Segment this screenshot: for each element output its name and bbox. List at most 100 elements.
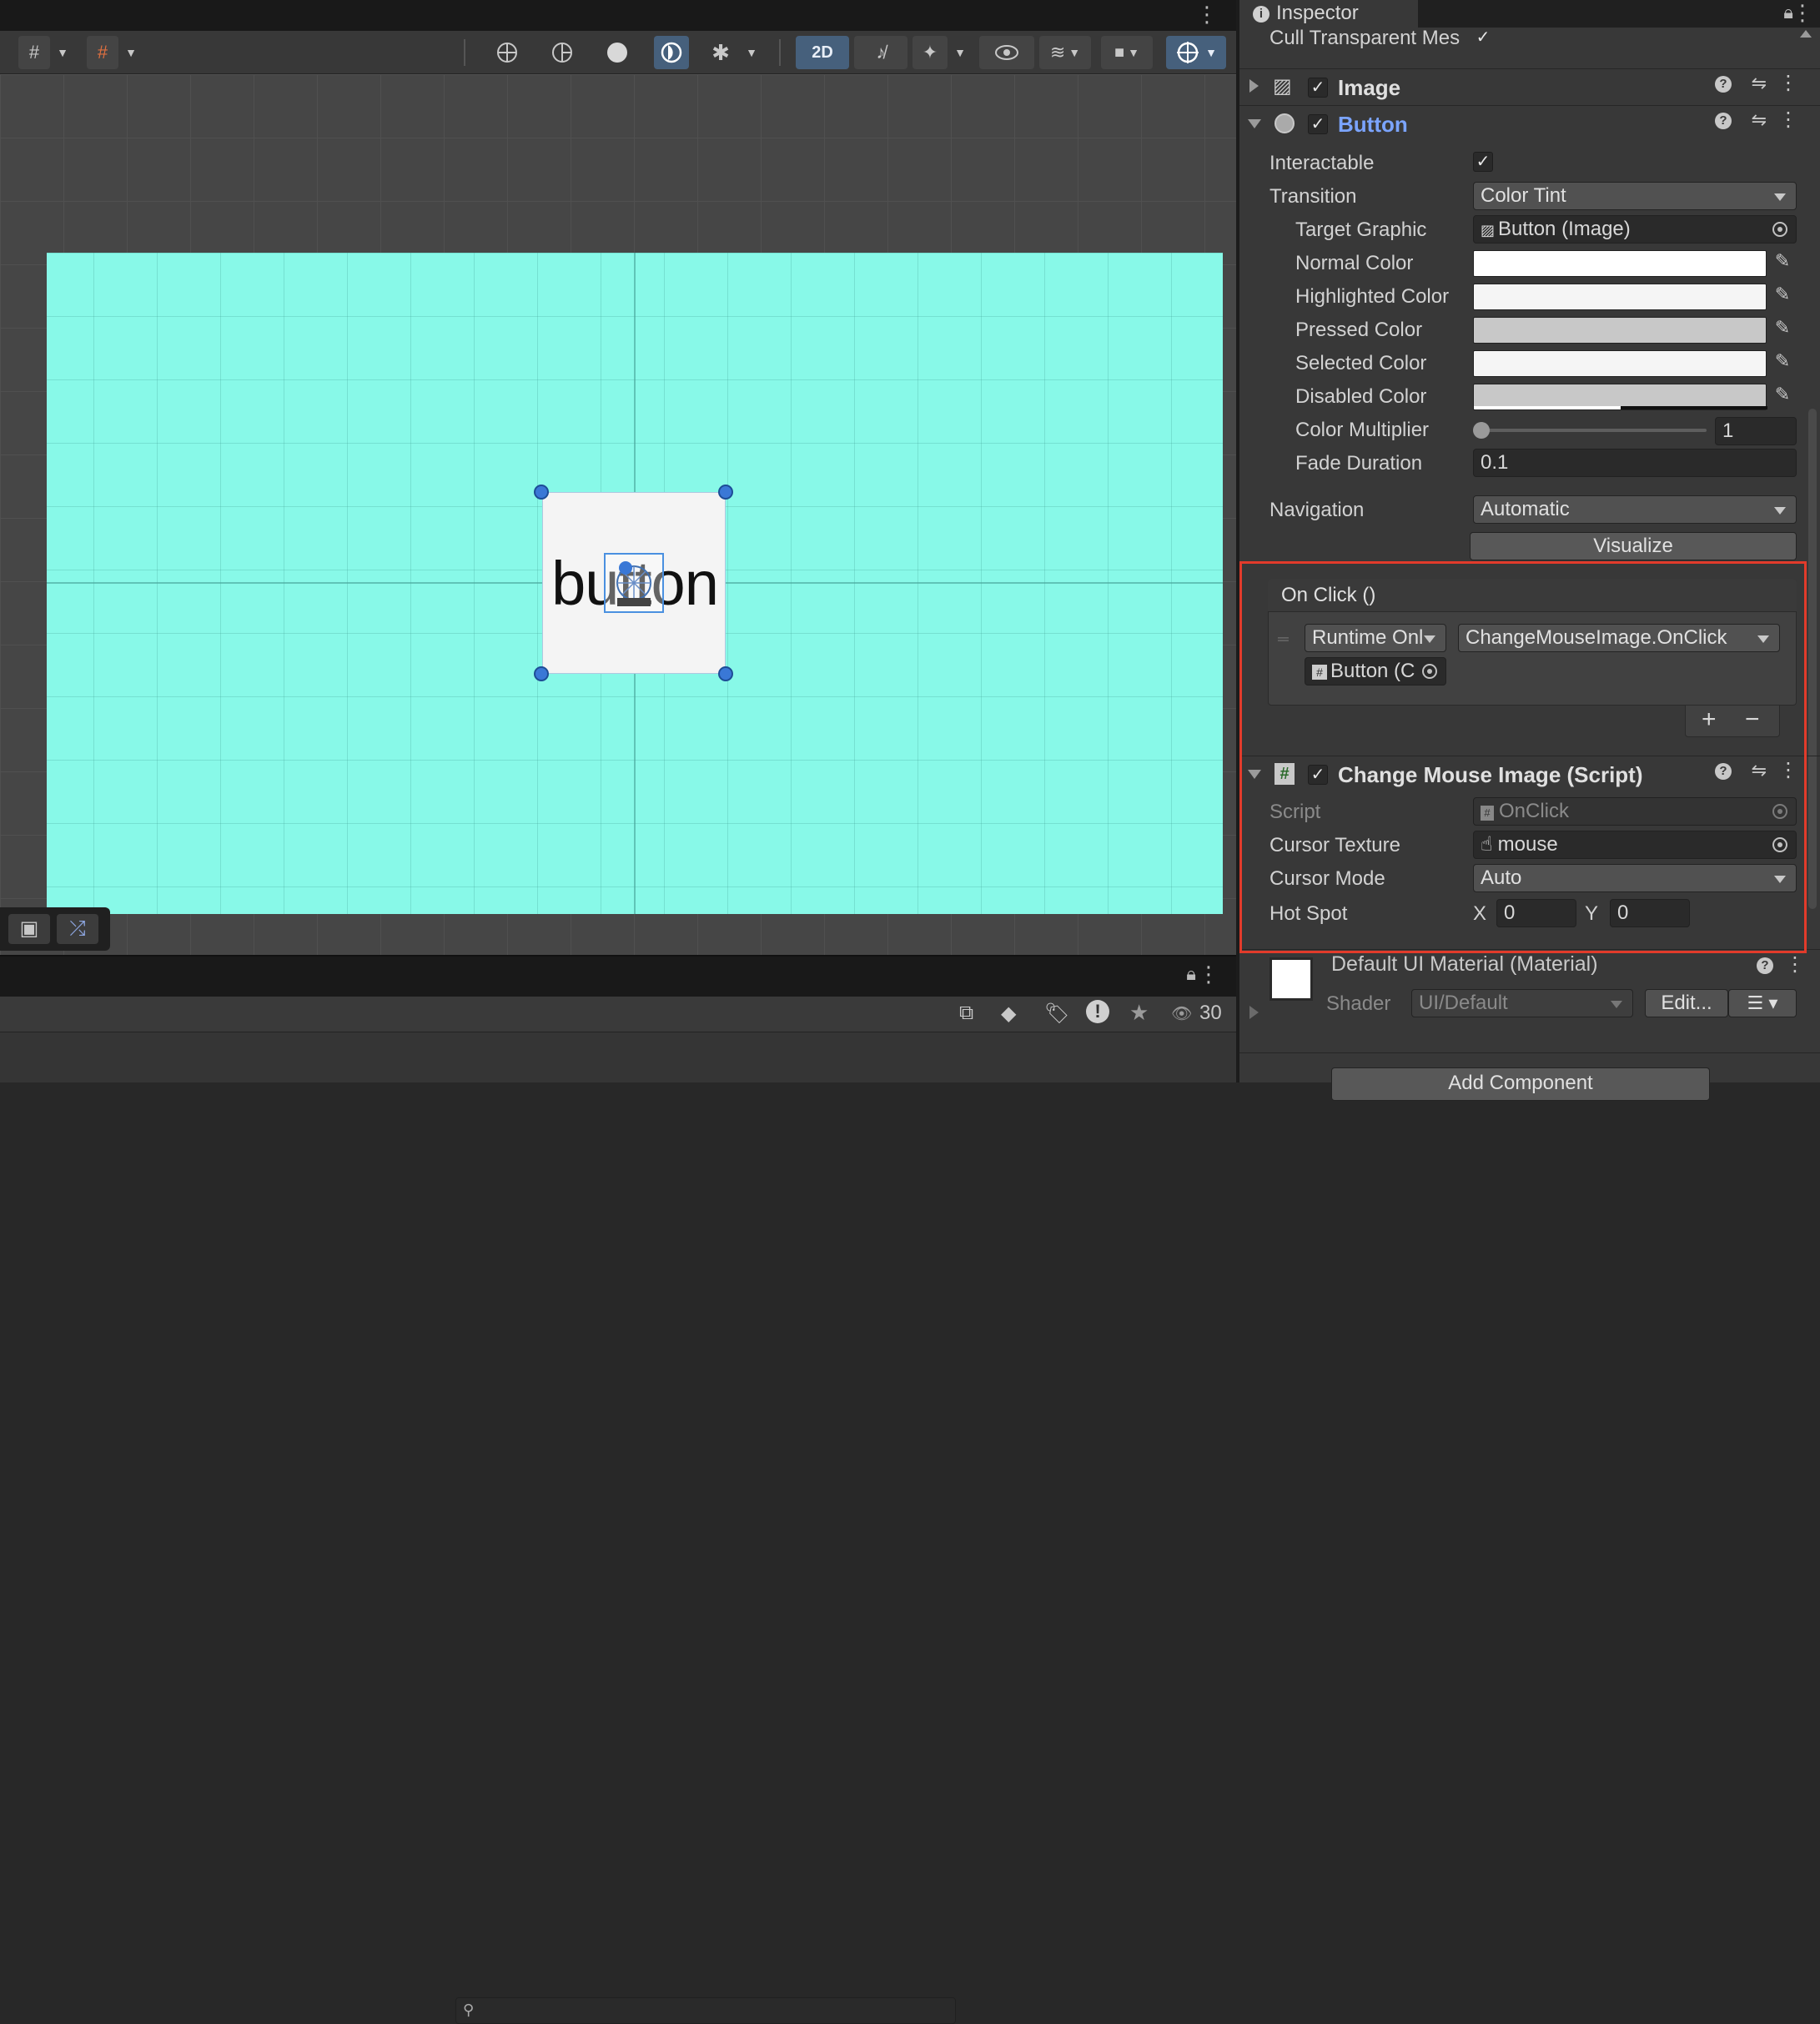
camera-icon[interactable]: ■ ▼ [1101,36,1153,69]
panel-more-icon[interactable]: ⋮ [1198,962,1219,987]
layers-icon[interactable]: ≋ ▼ [1039,36,1091,69]
favorite-star-icon[interactable]: ★ [1129,1000,1149,1026]
drag-handle-icon[interactable]: ═ [1278,630,1289,648]
component-header-image[interactable]: ▨ ✓ Image ? ⇋ ⋮ [1239,68,1820,105]
interactable-checkbox[interactable]: ✓ [1473,152,1493,172]
shuffle-overlay-icon[interactable]: ⤮ [57,914,98,944]
cursor-mode-dropdown[interactable]: Auto [1473,864,1797,892]
transition-dropdown[interactable]: Color Tint [1473,182,1797,210]
help-icon[interactable]: ? [1715,76,1732,93]
shader-options-icon[interactable]: ☰ ▾ [1728,989,1797,1017]
normal-color-swatch[interactable] [1473,250,1767,277]
inspector-more-icon[interactable]: ⋮ [1792,0,1813,26]
foldout-expanded-icon[interactable] [1248,770,1261,779]
grid-snap-dropdown-icon[interactable]: ▼ [53,36,72,69]
resize-handle-bottom-left[interactable] [534,666,549,681]
edit-shader-button[interactable]: Edit... [1645,989,1728,1017]
hot-spot-y-input[interactable]: 0 [1610,899,1690,927]
camera-overlay-icon[interactable]: ▣ [8,914,50,944]
help-icon[interactable]: ? [1715,763,1732,780]
lighting-icon[interactable] [654,36,689,69]
add-component-button[interactable]: Add Component [1331,1067,1710,1101]
image-component-title: Image [1338,75,1401,100]
effects-dropdown-icon[interactable]: ▼ [951,36,969,69]
selected-color-swatch[interactable] [1473,350,1767,377]
cull-transparent-checkbox[interactable]: ✓ [1473,28,1493,48]
object-picker-icon[interactable] [1772,837,1787,852]
navigation-dropdown[interactable]: Automatic [1473,495,1797,524]
function-dropdown[interactable]: ChangeMouseImage.OnClick [1458,624,1780,652]
eyedropper-icon[interactable]: ✎ [1772,284,1793,307]
tab-inspector[interactable]: i Inspector [1239,0,1418,28]
color-multiplier-slider-thumb[interactable] [1473,422,1490,439]
cursor-texture-field[interactable]: ☝ mouse [1473,831,1797,859]
presets-icon[interactable]: ⇋ [1752,73,1767,94]
lock-icon[interactable]: 🔒︎ [1186,963,1196,985]
component-menu-icon[interactable]: ⋮ [1778,71,1798,95]
grid-snap-icon[interactable]: # [18,36,50,69]
pressed-color-swatch[interactable] [1473,317,1767,344]
debug-dropdown-icon[interactable]: ▼ [742,36,761,69]
fade-duration-input[interactable]: 0.1 [1473,449,1797,477]
resize-handle-bottom-right[interactable] [718,666,733,681]
color-multiplier-input[interactable]: 1 [1715,417,1797,445]
mode-2d-button[interactable]: 2D [796,36,849,69]
effects-icon[interactable]: ✦ [913,36,948,69]
eyedropper-icon[interactable]: ✎ [1772,350,1793,374]
add-event-button[interactable]: + [1702,706,1717,734]
scene-more-icon[interactable]: ⋮ [1196,2,1218,28]
scene-visibility-eye-icon[interactable] [979,36,1034,69]
filter-type-icon[interactable]: ◆ [1001,1002,1016,1026]
component-menu-icon[interactable]: ⋮ [1785,952,1805,977]
shaded-icon[interactable] [601,36,634,69]
project-search-input[interactable]: ⚲ [455,1997,956,2024]
gizmos-icon[interactable]: ▼ [1166,36,1226,69]
audio-mute-icon[interactable]: ♪̸ [854,36,907,69]
object-picker-icon[interactable] [1772,222,1787,237]
event-target-object-field[interactable]: # Button (C [1305,657,1446,686]
hot-spot-x-input[interactable]: 0 [1496,899,1576,927]
help-icon[interactable]: ? [1757,957,1773,974]
component-menu-icon[interactable]: ⋮ [1778,758,1798,782]
rect-transform-gizmo-icon[interactable] [604,553,664,613]
button-enabled-checkbox[interactable]: ✓ [1308,114,1328,134]
scroll-up-icon[interactable] [1800,30,1812,38]
foldout-collapsed-icon[interactable] [1249,79,1259,93]
script-enabled-checkbox[interactable]: ✓ [1308,765,1328,785]
image-enabled-checkbox[interactable]: ✓ [1308,78,1328,98]
hidden-packages-eye-icon[interactable]: 👁︎ [1171,1003,1192,1024]
resize-handle-top-right[interactable] [718,485,733,500]
shaded-wireframe-icon[interactable] [545,36,579,69]
foldout-collapsed-icon[interactable] [1249,1006,1259,1019]
grid-visibility-icon[interactable]: # [87,36,118,69]
eyedropper-icon[interactable]: ✎ [1772,317,1793,340]
search-by-type-icon[interactable]: ⧉ [959,1002,973,1025]
eyedropper-icon[interactable]: ✎ [1772,384,1793,407]
shader-dropdown[interactable]: UI/Default [1411,989,1633,1017]
presets-icon[interactable]: ⇋ [1752,109,1767,131]
presets-icon[interactable]: ⇋ [1752,760,1767,781]
color-multiplier-slider-track[interactable] [1480,429,1707,432]
component-header-button[interactable]: ✓ Button ? ⇋ ⋮ [1239,105,1820,142]
label-tag-icon[interactable]: 🏷︎ [1044,1002,1069,1026]
debug-bug-icon[interactable]: ✱ [704,36,737,69]
component-menu-icon[interactable]: ⋮ [1778,108,1798,132]
eyedropper-icon[interactable]: ✎ [1772,250,1793,274]
resize-handle-top-left[interactable] [534,485,549,500]
remove-event-button[interactable]: − [1745,706,1760,734]
grid-dropdown-icon[interactable]: ▼ [122,36,140,69]
object-picker-icon[interactable] [1422,664,1437,679]
component-header-change-mouse-image[interactable]: # ✓ Change Mouse Image (Script) ? ⇋ ⋮ [1239,756,1820,792]
inspector-scrollbar[interactable] [1808,409,1817,909]
script-field: # OnClick [1473,797,1797,826]
foldout-expanded-icon[interactable] [1248,119,1261,128]
visualize-button[interactable]: Visualize [1470,532,1797,560]
hidden-packages-count: 30 [1199,1002,1222,1024]
warning-icon[interactable]: ! [1086,1000,1109,1023]
target-graphic-field[interactable]: ▨ Button (Image) [1473,215,1797,244]
disabled-color-swatch[interactable] [1473,384,1767,410]
runtime-mode-dropdown[interactable]: Runtime Onl [1305,624,1446,652]
wireframe-shading-icon[interactable] [490,36,524,69]
help-icon[interactable]: ? [1715,113,1732,129]
highlighted-color-swatch[interactable] [1473,284,1767,310]
